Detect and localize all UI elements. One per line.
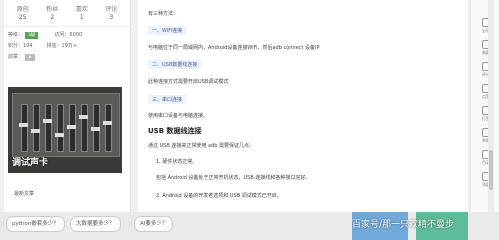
- fader: [19, 104, 28, 152]
- favorite-button[interactable]: 收藏: [474, 40, 498, 56]
- mixer-panel: [12, 93, 120, 157]
- article-line: 通过 USB 连接来正常使用 adb 需要保证几点：: [148, 143, 255, 149]
- article-content: 有三种方法： 一、WiFi连接 与电脑位于同一局域网内，Android设备连接W…: [138, 0, 468, 220]
- stat-likes[interactable]: 喜欢 1: [67, 6, 97, 22]
- related-tag[interactable]: 大数据要多少？: [70, 216, 121, 232]
- article-line: 使用串口设备与电脑连接。: [148, 113, 209, 119]
- report-button[interactable]: 举报: [474, 128, 498, 144]
- back-to-top-button[interactable]: 顶部: [474, 172, 498, 188]
- comment-button[interactable]: 评论: [474, 62, 498, 78]
- level-label: 等级：: [8, 32, 24, 38]
- toc-button[interactable]: 目录: [474, 150, 498, 166]
- recent-articles-title: 最新文章: [14, 191, 35, 197]
- profile-stats: 原创 25 粉丝 2 喜欢 1 评论 3: [4, 0, 130, 27]
- medal-icon[interactable]: ★: [25, 54, 36, 61]
- related-tag[interactable]: AI要多少？: [134, 216, 174, 232]
- related-tag[interactable]: python嵌套多少？: [6, 216, 65, 232]
- points-text: 积分：194: [8, 43, 33, 49]
- reward-button[interactable]: 打赏: [474, 106, 498, 122]
- article-subheading: 三、串口连接: [148, 95, 187, 104]
- fader: [55, 104, 64, 152]
- stat-original[interactable]: 原创 25: [8, 6, 38, 22]
- mixer-photo[interactable]: 调试声卡: [8, 87, 122, 173]
- fader: [91, 104, 100, 152]
- scrollbar[interactable]: [488, 0, 494, 212]
- photo-caption: 调试声卡: [12, 158, 49, 168]
- fader: [43, 104, 52, 152]
- stat-comments[interactable]: 评论 3: [97, 6, 127, 22]
- article-line: 有三种方法：: [148, 11, 179, 17]
- article-line: 1. 硬件状态正常。: [156, 159, 198, 165]
- rank-text: 排名：19万+: [46, 43, 78, 49]
- article-heading: USB 数据线连接: [148, 127, 202, 135]
- right-rail: 分享 收藏 评论 点赞 打赏 举报 目录 顶部: [470, 0, 499, 212]
- fader: [67, 104, 76, 152]
- article-line: 包括 Android 设备处于正常开机状态，USB 连接线和各种接口完好。: [156, 175, 311, 181]
- scrollbar-thumb[interactable]: [489, 150, 493, 190]
- article-line: 与电脑位于同一局域网内，Android设备连接WiFi，然后adb connec…: [148, 45, 320, 51]
- article-line: 此种连接方式需要开启USB调试模式: [148, 79, 229, 85]
- level-badge: 3级: [25, 32, 39, 39]
- article-line: 2. Android 设备的开发者选项和 USB 调试模式已开启。: [156, 193, 282, 199]
- visits-text: 访问：6000: [54, 32, 83, 38]
- article-subheading: 一、WiFi连接: [148, 26, 187, 35]
- fader: [103, 104, 112, 152]
- article-subheading: 二、USB数据线连接: [148, 60, 202, 69]
- medal-label: 勋章：: [8, 54, 24, 60]
- stat-fans[interactable]: 粉丝 2: [38, 6, 68, 22]
- share-button[interactable]: 分享: [474, 18, 498, 34]
- fader: [31, 104, 40, 152]
- profile-info: 等级： 3级 访问：6000 积分：194 排名：19万+ 勋章： ★: [4, 27, 130, 66]
- like-button[interactable]: 点赞: [474, 84, 498, 100]
- fader: [79, 104, 88, 152]
- watermark: 百家号/那一只欢精不曼步: [352, 220, 455, 230]
